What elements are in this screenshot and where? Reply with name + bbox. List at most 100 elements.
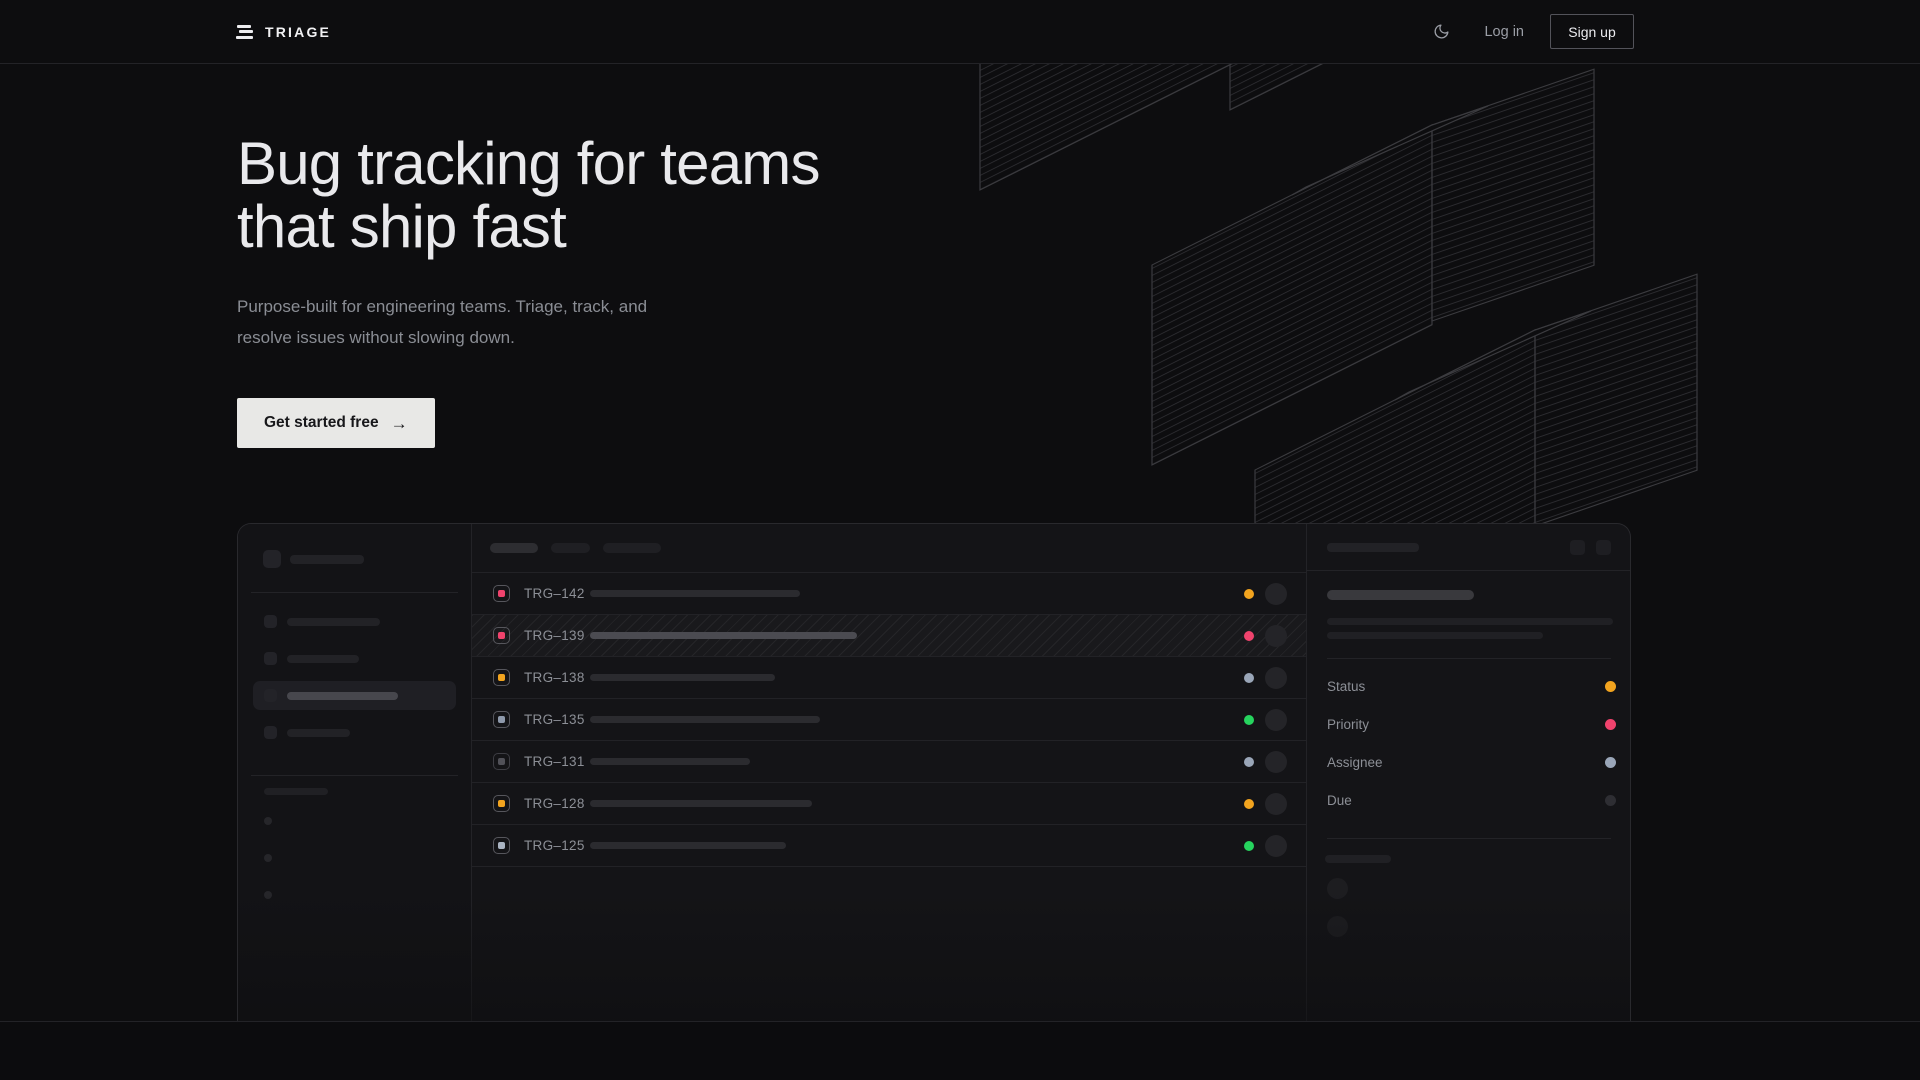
theme-toggle-button[interactable] <box>1429 19 1454 44</box>
detail-field-label: Priority <box>1327 717 1369 732</box>
workspace-icon-skeleton <box>263 550 281 568</box>
issue-id: TRG–125 <box>524 838 590 853</box>
status-dot <box>1244 631 1254 641</box>
hero-subtitle: Purpose-built for engineering teams. Tri… <box>237 291 820 353</box>
detail-field-row: Priority <box>1307 705 1630 743</box>
status-dot <box>1244 715 1254 725</box>
sidebar-item-skeleton-active <box>253 681 456 710</box>
issue-type-icon <box>493 585 510 602</box>
issue-row: TRG–125 <box>472 825 1306 867</box>
brand-name: TRIAGE <box>265 24 331 40</box>
arrow-right-icon: → <box>391 414 408 434</box>
issue-id: TRG–128 <box>524 796 590 811</box>
issue-type-icon <box>493 627 510 644</box>
sidebar-dot-skeleton <box>264 891 272 899</box>
sidebar-section-skeleton <box>264 788 328 795</box>
detail-field-label: Status <box>1327 679 1365 694</box>
assignee-avatar <box>1265 667 1287 689</box>
issue-title-skeleton <box>590 800 812 807</box>
assignee-avatar <box>1265 751 1287 773</box>
triage-logo-icon <box>236 25 253 39</box>
footer <box>0 1021 1920 1080</box>
status-dot <box>1244 757 1254 767</box>
issue-title-skeleton <box>590 716 820 723</box>
list-tab-skeleton <box>490 543 538 553</box>
detail-title-skeleton <box>1327 590 1474 600</box>
sidebar-dot-skeleton <box>264 817 272 825</box>
detail-field-row: Assignee <box>1307 743 1630 781</box>
sidebar-divider <box>251 592 458 593</box>
detail-action-skeleton <box>1596 540 1611 555</box>
detail-field-dot <box>1605 757 1616 768</box>
issue-type-icon <box>493 837 510 854</box>
issue-id: TRG–142 <box>524 586 590 601</box>
assignee-avatar <box>1265 835 1287 857</box>
issue-title-skeleton <box>590 758 750 765</box>
detail-divider <box>1327 658 1611 659</box>
status-dot <box>1244 799 1254 809</box>
activity-avatar-skeleton <box>1327 916 1348 937</box>
issue-id: TRG–138 <box>524 670 590 685</box>
issue-row: TRG–135 <box>472 699 1306 741</box>
assignee-avatar <box>1265 793 1287 815</box>
detail-action-skeleton <box>1570 540 1585 555</box>
issue-title-skeleton <box>590 842 786 849</box>
issue-type-icon <box>493 669 510 686</box>
brand-logo[interactable]: TRIAGE <box>236 0 331 63</box>
detail-text-skeleton <box>1327 632 1543 639</box>
issue-title-skeleton <box>590 590 800 597</box>
hero-section: Bug tracking for teams that ship fast Pu… <box>237 132 820 353</box>
sidebar-item-skeleton <box>238 603 471 640</box>
issue-row: TRG–142 <box>472 573 1306 615</box>
get-started-button[interactable]: Get started free → <box>237 398 435 448</box>
workspace-skeleton <box>263 550 471 568</box>
issue-type-icon <box>493 753 510 770</box>
detail-field-dot <box>1605 719 1616 730</box>
issue-title-skeleton <box>590 674 775 681</box>
app-mockup: TRG–142 TRG–139 TRG–138 TRG–135 TRG–131 TRG–1… <box>237 523 1631 1021</box>
detail-field-dot <box>1605 795 1616 806</box>
issue-row: TRG–128 <box>472 783 1306 825</box>
assignee-avatar <box>1265 709 1287 731</box>
issue-id: TRG–139 <box>524 628 590 643</box>
sidebar-divider <box>251 775 458 776</box>
navbar: TRIAGE Log in Sign up <box>0 0 1920 64</box>
assignee-avatar <box>1265 583 1287 605</box>
status-dot <box>1244 841 1254 851</box>
mockup-detail-panel: Status Priority Assignee Due <box>1307 524 1630 1021</box>
issue-row: TRG–131 <box>472 741 1306 783</box>
list-header <box>472 524 1306 573</box>
list-tab-skeleton <box>603 543 661 553</box>
issue-type-icon <box>493 711 510 728</box>
login-link[interactable]: Log in <box>1484 24 1524 40</box>
activity-avatar-skeleton <box>1327 878 1348 899</box>
signup-button[interactable]: Sign up <box>1550 14 1634 49</box>
issue-row: TRG–139 <box>472 615 1306 657</box>
detail-field-dot <box>1605 681 1616 692</box>
detail-text-skeleton <box>1327 618 1613 625</box>
detail-header-skeleton <box>1327 543 1419 552</box>
detail-header <box>1307 524 1630 571</box>
wireframe-decoration <box>940 64 1920 523</box>
detail-field-label: Assignee <box>1327 755 1383 770</box>
issue-id: TRG–135 <box>524 712 590 727</box>
mockup-sidebar <box>238 524 471 1021</box>
mockup-issue-list: TRG–142 TRG–139 TRG–138 TRG–135 TRG–131 TRG–1… <box>471 524 1307 1021</box>
page-title: Bug tracking for teams that ship fast <box>237 132 820 258</box>
list-tab-skeleton <box>551 543 590 553</box>
moon-icon <box>1433 23 1450 40</box>
issue-type-icon <box>493 795 510 812</box>
detail-field-label: Due <box>1327 793 1352 808</box>
detail-field-row: Due <box>1307 781 1630 819</box>
workspace-name-skeleton <box>290 555 364 564</box>
sidebar-dot-skeleton <box>264 854 272 862</box>
status-dot <box>1244 589 1254 599</box>
assignee-avatar <box>1265 625 1287 647</box>
status-dot <box>1244 673 1254 683</box>
detail-divider <box>1327 838 1611 839</box>
detail-field-row: Status <box>1307 667 1630 705</box>
issue-id: TRG–131 <box>524 754 590 769</box>
issue-row: TRG–138 <box>472 657 1306 699</box>
issue-title-skeleton <box>590 632 857 639</box>
sidebar-item-skeleton <box>238 640 471 677</box>
